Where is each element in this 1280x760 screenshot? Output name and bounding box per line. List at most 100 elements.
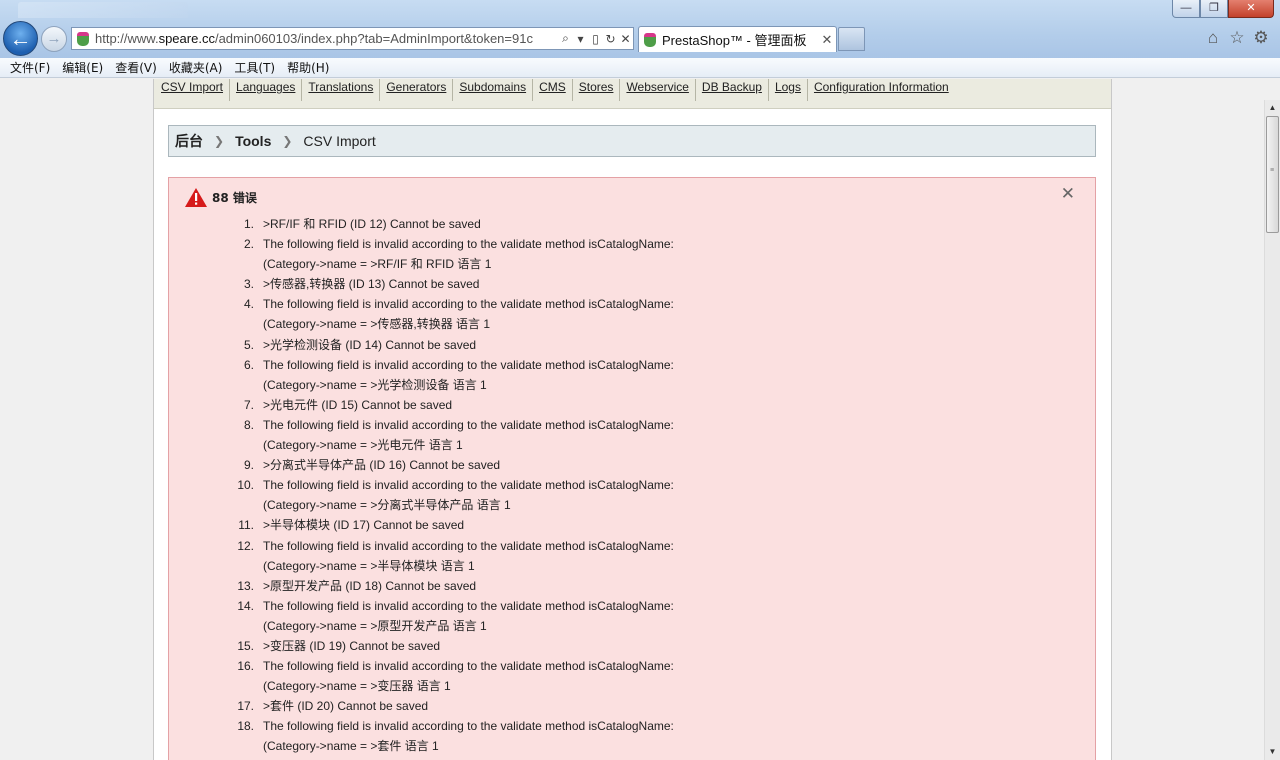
minimize-button[interactable]: — — [1172, 0, 1200, 18]
back-button[interactable]: ← — [3, 21, 38, 56]
warning-icon — [185, 188, 207, 207]
error-number: 6. — [243, 357, 254, 372]
subnav-stores[interactable]: Stores — [573, 79, 621, 101]
list-item: 1. >RF/IF 和 RFID (ID 12) Cannot be saved — [229, 214, 949, 234]
scroll-up-arrow-icon[interactable]: ▲ — [1265, 100, 1280, 116]
breadcrumb-home[interactable]: 后台 — [175, 131, 203, 151]
restore-button[interactable]: ❐ — [1200, 0, 1228, 18]
chevron-right-icon: ❯ — [214, 134, 225, 148]
browser-toolbar-icons: ⌂ ☆ ⚙ — [1203, 27, 1271, 49]
list-item: 18. The following field is invalid accord… — [229, 716, 949, 756]
tab-title: PrestaShop™ - 管理面板 — [662, 33, 807, 48]
tab-close-icon[interactable]: ✕ — [818, 32, 836, 48]
error-number: 11. — [238, 518, 254, 533]
error-text: >变压器 (ID 19) Cannot be saved — [263, 638, 441, 653]
subnav-cms[interactable]: CMS — [533, 79, 573, 101]
error-alert: 88 错误 ✕ 1. >RF/IF 和 RFID (ID 12) Cannot b… — [168, 177, 1096, 760]
breadcrumb-current: CSV Import — [303, 133, 376, 149]
list-item: 14. The following field is invalid accord… — [229, 596, 949, 636]
subnav-logs[interactable]: Logs — [769, 79, 808, 101]
url-text[interactable]: http://www.speare.cc/admin060103/index.p… — [95, 31, 558, 46]
address-bar[interactable]: http://www.speare.cc/admin060103/index.p… — [71, 27, 634, 50]
tools-gear-icon[interactable]: ⚙ — [1251, 27, 1271, 49]
scrollbar-thumb[interactable]: ≡ — [1266, 116, 1279, 233]
search-icon[interactable]: ⌕ — [558, 31, 573, 46]
error-text: >传感器,转换器 (ID 13) Cannot be saved — [263, 277, 480, 292]
site-favicon-icon — [77, 31, 89, 46]
subnav-csv-import[interactable]: CSV Import — [155, 79, 231, 101]
subnav-db-backup[interactable]: DB Backup — [696, 79, 769, 101]
window-controls: — ❐ ✕ — [1172, 0, 1274, 18]
list-item: 17. >套件 (ID 20) Cannot be saved — [229, 696, 949, 716]
error-number: 2. — [243, 237, 254, 252]
list-item: 7. >光电元件 (ID 15) Cannot be saved — [229, 395, 949, 415]
menu-favorites[interactable]: 收藏夹(A) — [163, 59, 229, 76]
list-item: 11. >半导体模块 (ID 17) Cannot be saved — [229, 515, 949, 535]
error-number: 15. — [237, 638, 254, 653]
error-text: The following field is invalid according… — [263, 297, 674, 332]
arrow-left-icon: ← — [9, 26, 32, 51]
error-number: 12. — [237, 538, 254, 553]
dropdown-arrow-icon[interactable]: ▾ — [573, 32, 588, 46]
home-icon[interactable]: ⌂ — [1203, 27, 1223, 49]
list-item: 3. >传感器,转换器 (ID 13) Cannot be saved — [229, 274, 949, 294]
breadcrumb: 后台 ❯ Tools ❯ CSV Import — [168, 125, 1096, 157]
list-item: 5. >光学检测设备 (ID 14) Cannot be saved — [229, 335, 949, 355]
subnav-webservice[interactable]: Webservice — [620, 79, 696, 101]
error-text: The following field is invalid according… — [263, 357, 674, 392]
error-number: 18. — [237, 719, 254, 734]
vertical-scrollbar[interactable]: ▲ ≡ ▼ — [1264, 100, 1280, 760]
page-viewport: CSV Import Languages Translations Genera… — [0, 79, 1264, 760]
error-text: >光电元件 (ID 15) Cannot be saved — [263, 397, 453, 412]
tools-subnav: CSV Import Languages Translations Genera… — [154, 79, 1111, 109]
stop-icon[interactable]: ✕ — [618, 32, 633, 46]
error-count-title: 88 错误 — [212, 191, 257, 205]
subnav-configuration-information[interactable]: Configuration Information — [808, 79, 955, 101]
error-text: >RF/IF 和 RFID (ID 12) Cannot be saved — [263, 217, 481, 231]
list-item: 12. The following field is invalid accord… — [229, 536, 949, 576]
tab-favicon-icon — [644, 32, 656, 47]
error-text: >光学检测设备 (ID 14) Cannot be saved — [263, 337, 477, 352]
scroll-down-arrow-icon[interactable]: ▼ — [1265, 744, 1280, 760]
close-icon[interactable]: ✕ — [1061, 184, 1075, 204]
menu-view[interactable]: 查看(V) — [109, 59, 163, 76]
error-text: The following field is invalid according… — [263, 417, 674, 453]
menu-tools[interactable]: 工具(T) — [228, 59, 281, 76]
forward-button[interactable]: → — [41, 26, 67, 52]
menu-edit[interactable]: 编辑(E) — [56, 59, 109, 76]
error-number: 1. — [243, 217, 254, 231]
subnav-subdomains[interactable]: Subdomains — [453, 79, 534, 101]
list-item: 6. The following field is invalid accordi… — [229, 355, 949, 395]
menu-help[interactable]: 帮助(H) — [281, 59, 335, 76]
list-item: 2. The following field is invalid accordi… — [229, 234, 949, 274]
list-item: 13. >原型开发产品 (ID 18) Cannot be saved — [229, 576, 949, 596]
error-number: 13. — [237, 578, 254, 593]
arrow-right-icon: → — [46, 30, 62, 47]
error-number: 14. — [237, 598, 254, 613]
subnav-languages[interactable]: Languages — [230, 79, 303, 101]
error-list: 1. >RF/IF 和 RFID (ID 12) Cannot be saved 2… — [229, 214, 949, 757]
browser-tab-active[interactable]: PrestaShop™ - 管理面板 ✕ — [638, 26, 837, 52]
subnav-generators[interactable]: Generators — [380, 79, 454, 101]
menu-file[interactable]: 文件(F) — [4, 59, 56, 76]
error-number: 16. — [237, 659, 254, 674]
compatibility-view-icon[interactable]: ▯ — [588, 32, 603, 46]
error-header: 88 错误 — [185, 188, 257, 207]
new-tab-button[interactable] — [838, 27, 865, 51]
error-text: The following field is invalid according… — [263, 478, 674, 513]
list-item: 4. The following field is invalid accordi… — [229, 294, 949, 334]
browser-titlebar: — ❐ ✕ ← → http://www.speare.cc/admin0601… — [0, 0, 1280, 58]
error-text: >原型开发产品 (ID 18) Cannot be saved — [263, 578, 477, 593]
chevron-right-icon: ❯ — [282, 134, 293, 148]
favorites-star-icon[interactable]: ☆ — [1227, 27, 1247, 49]
breadcrumb-section[interactable]: Tools — [235, 133, 271, 149]
subnav-translations[interactable]: Translations — [302, 79, 381, 101]
error-text: The following field is invalid according… — [263, 237, 674, 272]
error-number: 9. — [243, 458, 254, 473]
close-window-button[interactable]: ✕ — [1228, 0, 1274, 18]
list-item: 10. The following field is invalid accord… — [229, 475, 949, 515]
refresh-icon[interactable]: ↻ — [603, 32, 618, 46]
error-text: >套件 (ID 20) Cannot be saved — [263, 699, 429, 714]
error-text: >分离式半导体产品 (ID 16) Cannot be saved — [263, 458, 501, 473]
error-text: The following field is invalid according… — [263, 598, 674, 633]
